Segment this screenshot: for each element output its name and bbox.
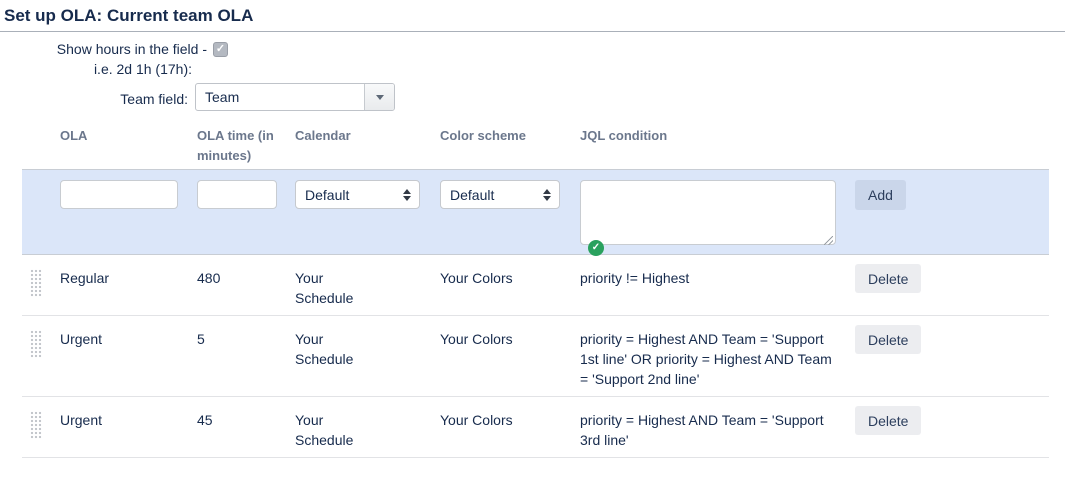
cell-calendar: Your Schedule [295, 410, 375, 450]
new-color-scheme-select[interactable]: Default [440, 180, 560, 209]
cell-color-scheme: Your Colors [440, 410, 580, 450]
title-divider [0, 31, 1065, 32]
cell-ola-name: Urgent [60, 329, 197, 389]
cell-color-scheme: Your Colors [440, 329, 580, 389]
ola-row: Regular 480 Your Schedule Your Colors pr… [22, 255, 1049, 316]
new-calendar-select[interactable]: Default [295, 180, 420, 209]
new-ola-time-input[interactable] [197, 180, 277, 209]
show-hours-label: Show hours in the field - [0, 40, 207, 58]
show-hours-hint: i.e. 2d 1h (17h): [0, 60, 192, 78]
cell-jql-condition: priority != Highest [580, 268, 838, 308]
cell-ola-name: Urgent [60, 410, 197, 450]
new-jql-condition-textarea[interactable] [580, 180, 836, 245]
ola-row: Urgent 45 Your Schedule Your Colors prio… [22, 397, 1049, 458]
add-button[interactable]: Add [855, 180, 906, 210]
header-ola-time: OLA time (in minutes) [197, 126, 287, 169]
jql-valid-check-icon: ✓ [588, 240, 604, 256]
header-calendar: Calendar [295, 126, 440, 169]
cell-ola-name: Regular [60, 268, 197, 308]
show-hours-checkbox[interactable]: ✓ [213, 42, 228, 57]
team-field-value: Team [196, 89, 364, 105]
table-header-row: OLA OLA time (in minutes) Calendar Color… [22, 118, 1049, 169]
cell-calendar: Your Schedule [295, 329, 375, 369]
ola-table: OLA OLA time (in minutes) Calendar Color… [22, 118, 1049, 458]
header-color-scheme: Color scheme [440, 126, 580, 169]
cell-ola-time: 5 [197, 329, 295, 389]
new-ola-entry-row: Default Default ✓ Add [22, 169, 1049, 255]
header-jql-condition: JQL condition [580, 126, 855, 169]
checkbox-check-icon: ✓ [216, 43, 225, 55]
team-field-dropdown-button[interactable] [364, 84, 394, 110]
drag-handle-icon[interactable] [30, 411, 42, 439]
ola-row: Urgent 5 Your Schedule Your Colors prior… [22, 316, 1049, 397]
header-ola: OLA [60, 126, 197, 169]
team-field-label: Team field: [0, 90, 188, 108]
textarea-resize-handle-icon[interactable] [824, 236, 833, 245]
cell-ola-time: 480 [197, 268, 295, 308]
delete-button[interactable]: Delete [855, 264, 921, 293]
cell-jql-condition: priority = Highest AND Team = 'Support 3… [580, 410, 838, 450]
drag-handle-icon[interactable] [30, 330, 42, 358]
cell-calendar: Your Schedule [295, 268, 375, 308]
new-ola-name-input[interactable] [60, 180, 178, 209]
delete-button[interactable]: Delete [855, 325, 921, 354]
cell-ola-time: 45 [197, 410, 295, 450]
delete-button[interactable]: Delete [855, 406, 921, 435]
team-field-select[interactable]: Team [195, 83, 395, 111]
cell-jql-condition: priority = Highest AND Team = 'Support 1… [580, 329, 838, 389]
caret-down-icon [376, 95, 384, 100]
page-title: Set up OLA: Current team OLA [4, 6, 253, 26]
cell-color-scheme: Your Colors [440, 268, 580, 308]
drag-handle-icon[interactable] [30, 269, 42, 297]
